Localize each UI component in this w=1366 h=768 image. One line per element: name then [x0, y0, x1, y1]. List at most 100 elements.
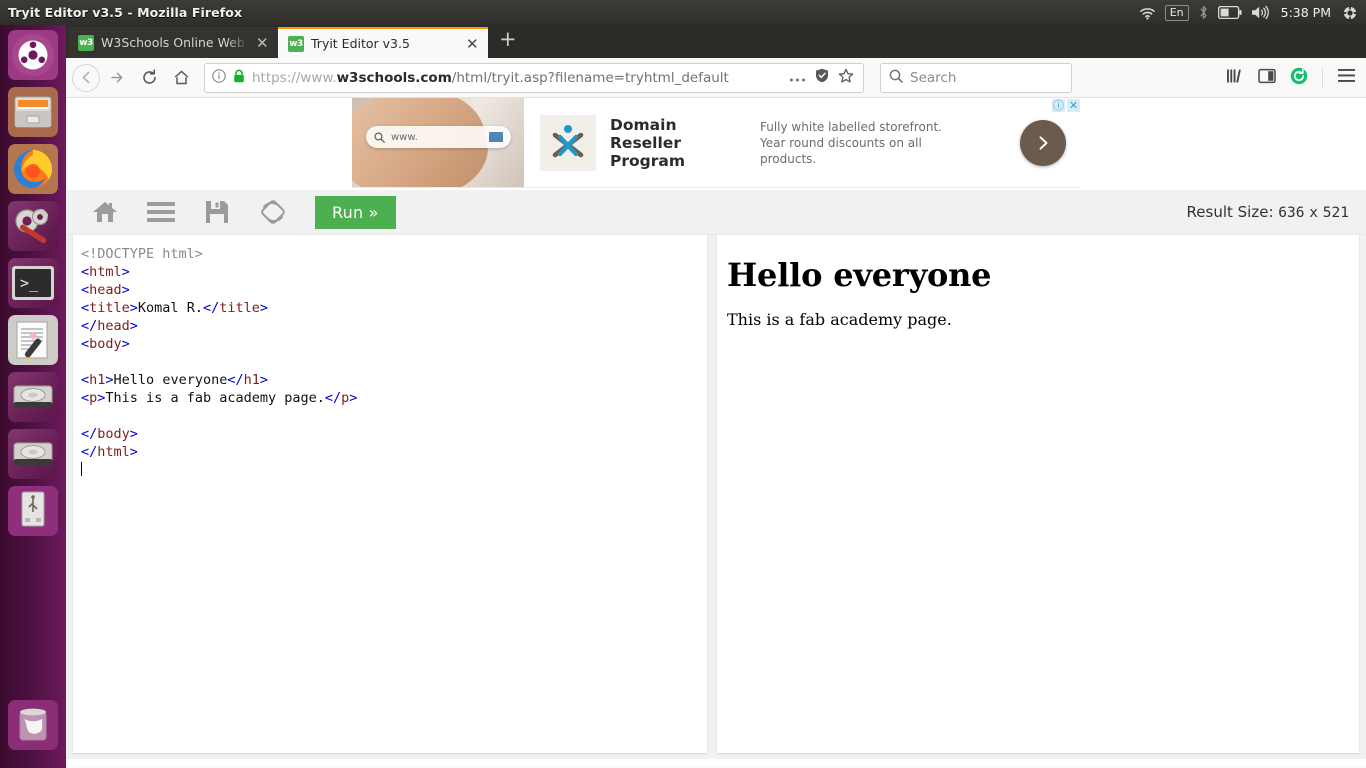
code-editor-text[interactable]: <!DOCTYPE html> <html> <head> <title>Komal …: [81, 245, 707, 479]
code-token: >: [129, 426, 138, 442]
result-size-text: Result Size:: [1186, 203, 1274, 221]
code-line: <title>Komal R.</title>: [81, 299, 707, 317]
sync-icon[interactable]: [1290, 67, 1308, 89]
ad-info-icon[interactable]: ⓘ: [1052, 99, 1065, 112]
code-token: h1: [243, 372, 260, 388]
lock-icon[interactable]: [233, 68, 245, 87]
library-icon[interactable]: [1226, 68, 1244, 88]
code-editor-pane[interactable]: <!DOCTYPE html> <html> <head> <title>Komal …: [73, 235, 707, 753]
code-token: html: [89, 264, 122, 280]
window-title: Tryit Editor v3.5 - Mozilla Firefox: [8, 5, 243, 20]
code-token: </: [81, 426, 98, 442]
url-domain: w3schools.com: [336, 69, 452, 86]
editor-result-split: <!DOCTYPE html> <html> <head> <title>Komal …: [66, 235, 1366, 759]
url-text[interactable]: https://www.w3schools.com/html/tryit.asp…: [252, 70, 782, 86]
clock[interactable]: 5:38 PM: [1279, 5, 1333, 20]
toolbar-divider: [1322, 66, 1323, 89]
result-preview-pane: Hello everyone This is a fab academy pag…: [717, 235, 1359, 753]
launcher-item-trash[interactable]: [8, 700, 58, 754]
photo-badge: [489, 132, 503, 142]
url-bar[interactable]: https://www.w3schools.com/html/tryit.asp…: [204, 62, 864, 93]
code-line: <body>: [81, 335, 707, 353]
search-input[interactable]: Search: [910, 70, 956, 86]
launcher-item-disk-drive-1[interactable]: [8, 372, 58, 422]
w3-icon: w3: [78, 34, 94, 51]
back-arrow-icon[interactable]: [72, 63, 100, 92]
code-line: <head>: [81, 281, 707, 299]
battery-icon[interactable]: [1217, 6, 1242, 19]
gear-icon[interactable]: [1342, 4, 1358, 21]
close-icon[interactable]: ✕: [256, 35, 270, 50]
keyboard-layout-indicator[interactable]: En: [1164, 4, 1189, 21]
web-page-content: www. Domain Reseller Program Fully white…: [66, 98, 1366, 767]
result-width: 636: [1278, 205, 1305, 221]
svg-text:>_: >_: [20, 274, 39, 292]
hamburger-menu-icon[interactable]: [1337, 68, 1356, 87]
chevron-right-icon[interactable]: [1020, 119, 1066, 166]
bluetooth-icon[interactable]: [1198, 5, 1209, 20]
code-token: body: [97, 426, 130, 442]
home-icon[interactable]: [166, 63, 196, 93]
wifi-icon[interactable]: [1139, 6, 1156, 20]
page-info-icon[interactable]: [212, 68, 226, 87]
launcher-item-system-settings[interactable]: [8, 201, 58, 251]
reload-icon[interactable]: [134, 63, 164, 93]
star-icon[interactable]: [838, 68, 854, 88]
orientation-icon[interactable]: [245, 190, 301, 235]
close-icon[interactable]: ✕: [466, 36, 480, 51]
code-line: </body>: [81, 425, 707, 443]
advertisement-photo: www.: [352, 98, 524, 187]
new-tab-button[interactable]: +: [488, 28, 528, 55]
ad-close-icon[interactable]: ✕: [1067, 99, 1080, 112]
code-token: >: [105, 372, 114, 388]
advertisement-zone: www. Domain Reseller Program Fully white…: [66, 98, 1366, 190]
advertisement-main: Domain Reseller Program Fully white labe…: [524, 98, 1080, 187]
advertisement-description: Fully white labelled storefront. Year ro…: [760, 119, 942, 166]
result-height: 521: [1322, 205, 1349, 221]
browser-toolbar-right: [1226, 66, 1360, 89]
code-line: </head>: [81, 317, 707, 335]
ubuntu-top-panel: Tryit Editor v3.5 - Mozilla Firefox En 5…: [0, 0, 1366, 25]
shield-icon[interactable]: [815, 68, 829, 87]
code-line: <!DOCTYPE html>: [81, 245, 707, 263]
browser-tab-w3schools[interactable]: w3 W3Schools Online Web T ✕: [68, 27, 278, 58]
launcher-item-usb-drive[interactable]: [8, 486, 58, 536]
code-line: <html>: [81, 263, 707, 281]
forward-arrow-icon[interactable]: [102, 63, 132, 93]
ellipsis-icon[interactable]: [789, 68, 806, 87]
advertisement-logo: [540, 114, 596, 171]
w3-icon: w3: [288, 35, 304, 52]
browser-tab-tryit-editor[interactable]: w3 Tryit Editor v3.5 ✕: [278, 27, 488, 58]
code-token: >: [121, 264, 130, 280]
code-token: >: [259, 372, 269, 388]
code-token: <: [81, 390, 90, 406]
url-scheme: https://www.: [252, 69, 337, 86]
search-bar[interactable]: Search: [880, 62, 1072, 93]
code-line: </html>: [81, 443, 707, 461]
home-icon[interactable]: [77, 190, 133, 235]
code-token: >: [129, 300, 138, 316]
code-token: title: [89, 300, 130, 316]
navigation-toolbar: https://www.w3schools.com/html/tryit.asp…: [66, 58, 1366, 98]
tab-title: W3Schools Online Web T: [101, 35, 249, 50]
launcher-item-firefox[interactable]: [8, 144, 58, 194]
advertisement-controls: ⓘ ✕: [1052, 99, 1080, 112]
launcher-item-files[interactable]: [8, 87, 58, 137]
launcher-item-disk-drive-2[interactable]: [8, 429, 58, 479]
launcher-item-text-editor[interactable]: [8, 315, 58, 365]
save-icon[interactable]: [189, 190, 245, 235]
volume-icon[interactable]: [1251, 5, 1270, 20]
code-token: >: [129, 318, 138, 334]
code-token: Hello everyone: [113, 372, 228, 388]
code-token: <: [81, 282, 90, 298]
run-button[interactable]: Run »: [315, 195, 396, 229]
menu-icon[interactable]: [133, 190, 189, 235]
sidebar-icon[interactable]: [1258, 68, 1276, 88]
launcher-item-terminal[interactable]: >_: [8, 258, 58, 308]
advertisement-banner[interactable]: www. Domain Reseller Program Fully white…: [352, 98, 1080, 188]
launcher-item-ubuntu-dash[interactable]: [8, 30, 58, 80]
code-token: title: [219, 300, 260, 316]
code-token: <!DOCTYPE html>: [81, 246, 203, 262]
code-token: body: [89, 336, 122, 352]
